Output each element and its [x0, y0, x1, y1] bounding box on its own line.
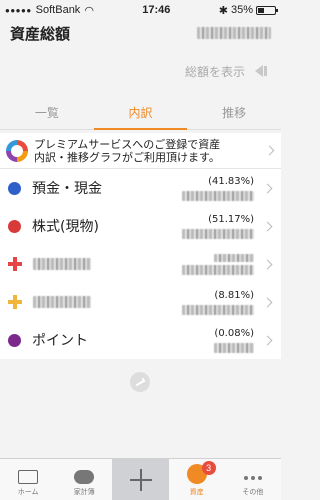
asset-amount-redacted: [214, 342, 254, 353]
add-button[interactable]: [112, 459, 169, 500]
asset-breakdown-list: 預金・現金 (41.83%) 株式(現物) (51.17%) (8.81%) ポ…: [0, 169, 281, 359]
status-bar: ●●●●● SoftBank ◠ 17:46 ✱ 35%: [0, 0, 281, 20]
asset-amount-redacted: [182, 304, 254, 315]
carrier-label: SoftBank: [35, 4, 81, 16]
wifi-icon: ◠: [84, 4, 94, 17]
app-logo-icon: [130, 372, 150, 392]
battery-percent: 35%: [230, 4, 253, 16]
tab-list[interactable]: 一覧: [0, 96, 94, 129]
chevron-right-icon: [262, 183, 273, 193]
asset-percent: (0.08%): [214, 327, 254, 339]
chevron-right-icon: [264, 145, 275, 156]
asset-name: ポイント: [32, 333, 88, 349]
total-amount-redacted: [197, 27, 271, 39]
signal-icon: ●●●●●: [5, 5, 32, 15]
asset-name-redacted: [33, 296, 91, 308]
chevron-right-icon: [262, 335, 273, 345]
show-total-label[interactable]: 総額を表示: [185, 63, 245, 80]
category-dot-icon: [8, 333, 21, 347]
premium-crown-icon: [6, 139, 28, 162]
asset-percent: (8.81%): [214, 289, 254, 301]
premium-banner-line2: 内訳・推移グラフがご利用頂けます。: [34, 150, 220, 164]
plus-icon: [129, 468, 152, 491]
premium-banner-text: プレミアムサービスへのご登録で資産 内訳・推移グラフがご利用頂けます。: [34, 138, 266, 164]
header: 資産総額: [0, 20, 281, 46]
tab-budget[interactable]: 家計簿: [56, 459, 112, 500]
home-board-icon: [18, 470, 39, 484]
chevron-right-icon: [262, 221, 273, 231]
asset-amount-redacted: [182, 264, 254, 275]
asset-row-redacted-1[interactable]: [0, 245, 281, 283]
category-dot-icon: [8, 181, 21, 195]
tab-more-label: その他: [242, 488, 264, 496]
more-dots-icon: [243, 469, 262, 487]
bluetooth-icon: ✱: [218, 4, 228, 17]
premium-banner-line1: プレミアムサービスへのご登録で資産: [34, 137, 221, 151]
tab-more[interactable]: その他: [225, 459, 281, 500]
rewind-icon[interactable]: [255, 64, 273, 78]
asset-row-deposits[interactable]: 預金・現金 (41.83%): [0, 169, 281, 207]
chevron-right-icon: [262, 297, 273, 307]
asset-name: 株式(現物): [32, 219, 99, 235]
plus-icon: [8, 295, 22, 309]
segment-tabs: 一覧 内訳 推移: [0, 96, 281, 130]
piggy-bank-icon: [74, 470, 95, 484]
asset-percent-redacted: [214, 253, 254, 262]
premium-banner[interactable]: プレミアムサービスへのご登録で資産 内訳・推移グラフがご利用頂けます。: [0, 133, 281, 169]
bottom-tab-bar: ホーム 家計簿 3 資産 その他: [0, 458, 281, 500]
asset-amount-redacted: [182, 228, 254, 239]
asset-name: 預金・現金: [32, 181, 102, 197]
category-dot-icon: [8, 219, 21, 233]
notification-badge: 3: [201, 461, 216, 475]
page-title: 資産総額: [10, 24, 71, 43]
tab-assets-label: 資産: [189, 488, 204, 496]
asset-percent: (41.83%): [208, 175, 254, 187]
tab-home-label: ホーム: [17, 488, 39, 496]
asset-name-redacted: [33, 258, 91, 270]
asset-row-stocks[interactable]: 株式(現物) (51.17%): [0, 207, 281, 245]
chevron-right-icon: [262, 259, 273, 269]
asset-row-redacted-2[interactable]: (8.81%): [0, 283, 281, 321]
battery-icon: [256, 5, 278, 15]
clock: 17:46: [142, 4, 171, 16]
tab-trend[interactable]: 推移: [187, 96, 281, 129]
tab-budget-label: 家計簿: [73, 488, 95, 496]
plus-icon: [8, 257, 22, 271]
asset-percent: (51.17%): [208, 213, 254, 225]
asset-amount-redacted: [182, 190, 254, 201]
asset-row-points[interactable]: ポイント (0.08%): [0, 321, 281, 359]
tab-assets[interactable]: 3 資産: [169, 459, 225, 500]
show-total-row[interactable]: 総額を表示: [0, 46, 281, 96]
tab-breakdown[interactable]: 内訳: [93, 96, 188, 130]
tab-home[interactable]: ホーム: [0, 459, 56, 500]
